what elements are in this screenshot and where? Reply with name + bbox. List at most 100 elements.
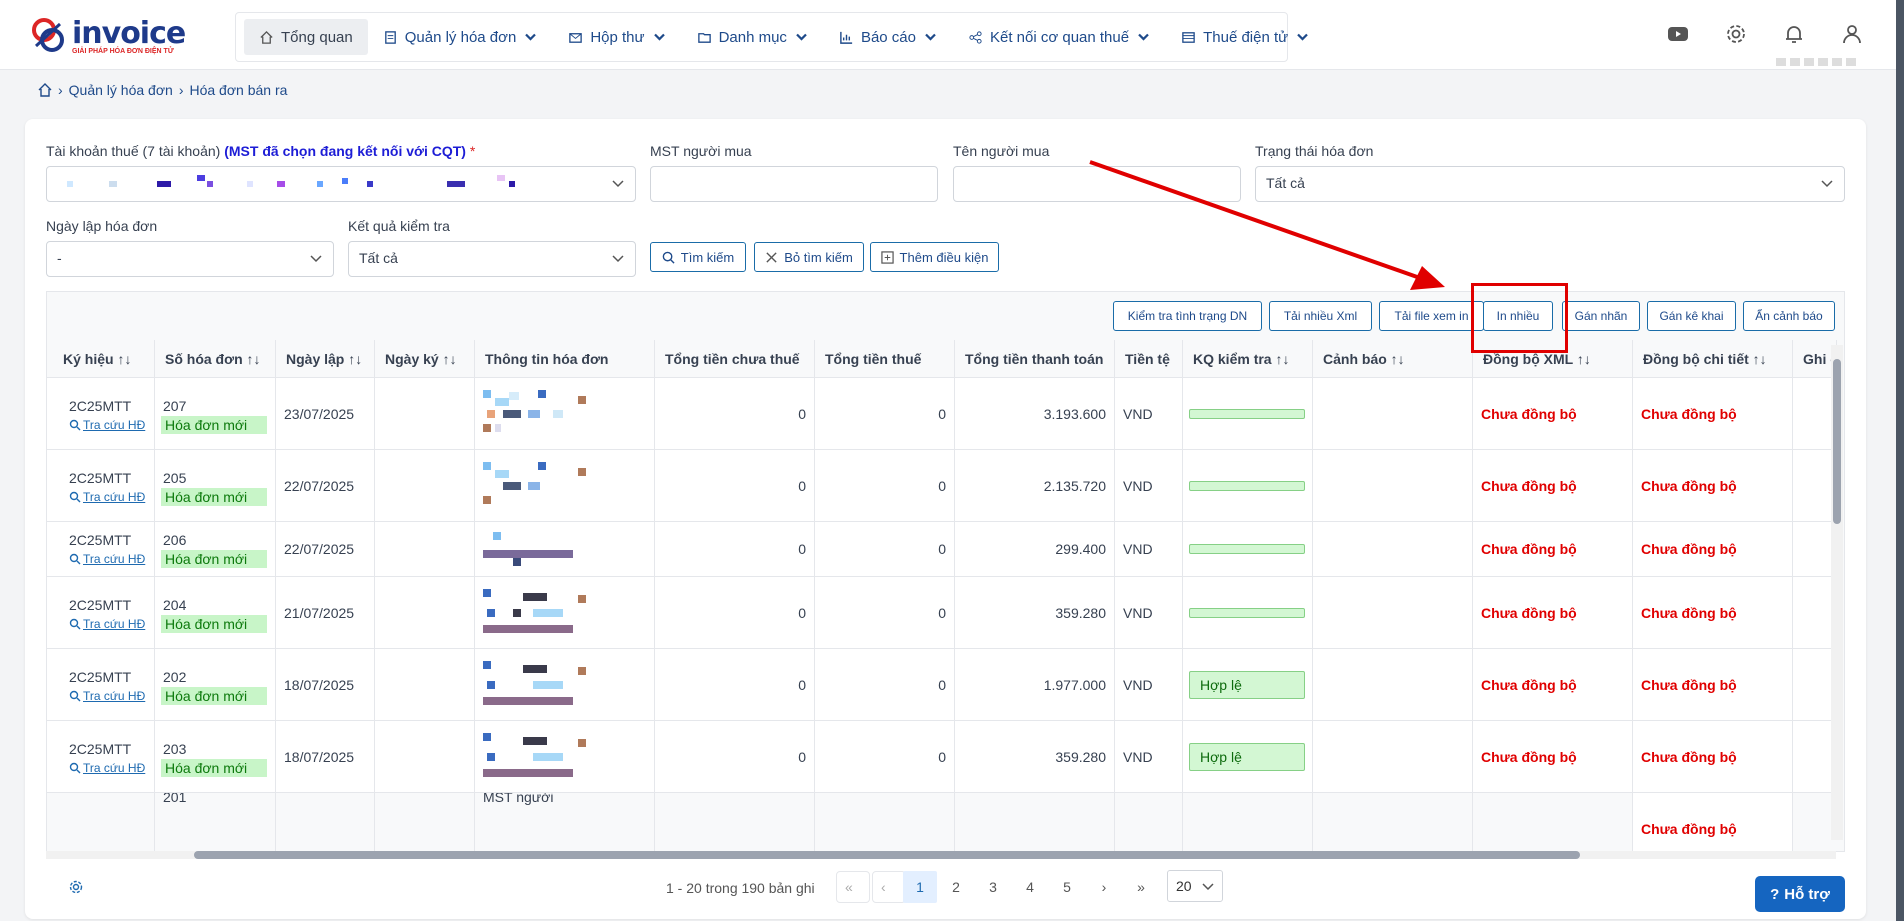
invoice-date-select[interactable]: - bbox=[46, 241, 334, 277]
last-page-button[interactable]: » bbox=[1124, 871, 1158, 903]
check-status-button[interactable]: Kiểm tra tình trạng DN bbox=[1113, 301, 1262, 331]
next-page-button[interactable]: › bbox=[1087, 871, 1121, 903]
status-badge: Hóa đơn mới bbox=[161, 416, 267, 434]
chevron-down-icon bbox=[1202, 883, 1214, 891]
col-pre-tax[interactable]: Tổng tiền chưa thuế bbox=[655, 340, 815, 378]
col-total[interactable]: Tổng tiền thanh toán bbox=[955, 340, 1115, 378]
sync-detail-status: Chưa đồng bộ bbox=[1641, 477, 1737, 494]
nav-e-tax[interactable]: Thuế điện tử bbox=[1166, 19, 1325, 55]
nav-catalog[interactable]: Danh mục bbox=[682, 19, 824, 55]
table-row[interactable]: 2C25MTT Tra cứu HĐ 205 Hóa đơn mới 22/07/2… bbox=[47, 450, 1837, 522]
download-view-file-button[interactable]: Tải file xem in bbox=[1379, 301, 1484, 331]
lookup-link[interactable]: Tra cứu HĐ bbox=[69, 418, 145, 432]
chevron-down-icon bbox=[796, 33, 807, 41]
invoice-status-select[interactable]: Tất cả bbox=[1255, 166, 1845, 202]
redacted-info bbox=[483, 460, 593, 510]
brand-logo[interactable]: invoice GIẢI PHÁP HÓA ĐƠN ĐIỆN TỬ bbox=[28, 14, 188, 58]
user-name-redacted bbox=[1776, 58, 1856, 66]
col-created-date[interactable]: Ngày lập ↑↓ bbox=[276, 340, 375, 378]
check-result-label: Kết quả kiểm tra bbox=[348, 218, 450, 234]
breadcrumb-sales-invoices[interactable]: Hóa đơn bán ra bbox=[189, 82, 287, 98]
help-button[interactable]: ? Hỗ trợ bbox=[1755, 876, 1845, 912]
nav-label: Hộp thư bbox=[590, 28, 645, 46]
lookup-link[interactable]: Tra cứu HĐ bbox=[69, 490, 145, 504]
col-signed-date[interactable]: Ngày ký ↑↓ bbox=[375, 340, 475, 378]
lookup-link[interactable]: Tra cứu HĐ bbox=[69, 552, 145, 566]
assign-label-button[interactable]: Gán nhãn bbox=[1562, 301, 1640, 331]
nav-label: Kết nối cơ quan thuế bbox=[989, 28, 1130, 46]
pagination-info: 1 - 20 trong 190 bản ghi bbox=[666, 880, 815, 896]
nav-reports[interactable]: Báo cáo bbox=[824, 19, 953, 55]
search-button[interactable]: Tìm kiếm bbox=[650, 242, 746, 272]
invoice-status-label: Trạng thái hóa đơn bbox=[1255, 143, 1374, 159]
page-3-button[interactable]: 3 bbox=[976, 871, 1010, 903]
chevron-down-icon bbox=[653, 33, 665, 41]
chevron-down-icon bbox=[525, 33, 537, 41]
invoice-icon bbox=[384, 30, 396, 44]
horizontal-scrollbar[interactable] bbox=[46, 849, 1845, 859]
table-row[interactable]: 2C25MTT Tra cứu HĐ 207 Hóa đơn mới 23/07/2… bbox=[47, 378, 1837, 450]
chevron-down-icon bbox=[1138, 33, 1149, 41]
buyer-tax-input[interactable] bbox=[650, 166, 938, 202]
status-badge: Hóa đơn mới bbox=[161, 488, 267, 506]
nav-invoice-management[interactable]: Quản lý hóa đơn bbox=[368, 19, 554, 55]
search-icon bbox=[69, 553, 81, 565]
col-tax[interactable]: Tổng tiền thuế bbox=[815, 340, 955, 378]
nav-tax-connection[interactable]: Kết nối cơ quan thuế bbox=[953, 19, 1166, 55]
page-2-button[interactable]: 2 bbox=[939, 871, 973, 903]
redacted-info bbox=[483, 587, 593, 637]
youtube-icon[interactable] bbox=[1666, 22, 1690, 46]
col-invoice-info[interactable]: Thông tin hóa đơn bbox=[475, 340, 655, 378]
more-conditions-button[interactable]: Thêm điều kiện bbox=[870, 242, 999, 272]
gear-icon[interactable] bbox=[1724, 22, 1748, 46]
lookup-link[interactable]: Tra cứu HĐ bbox=[69, 617, 145, 631]
user-icon[interactable] bbox=[1840, 22, 1864, 46]
check-result-bar bbox=[1189, 544, 1305, 554]
highlight-box bbox=[1471, 283, 1568, 353]
col-invoice-number[interactable]: Số hóa đơn ↑↓ bbox=[155, 340, 276, 378]
table-row[interactable]: 2C25MTT Tra cứu HĐ 206 Hóa đơn mới 22/07/2… bbox=[47, 522, 1837, 577]
bell-icon[interactable] bbox=[1782, 22, 1806, 46]
prev-page-button[interactable]: ‹ bbox=[872, 871, 906, 903]
page-5-button[interactable]: 5 bbox=[1050, 871, 1084, 903]
tax-account-select[interactable] bbox=[46, 166, 636, 202]
home-icon[interactable] bbox=[38, 83, 52, 97]
expand-icon bbox=[880, 250, 894, 264]
lookup-link[interactable]: Tra cứu HĐ bbox=[69, 689, 145, 703]
account-highlight: (MST đã chọn đang kết nối với CQT) bbox=[224, 143, 466, 159]
logo-mark-icon bbox=[32, 18, 64, 52]
table-row[interactable]: 2C25MTT Tra cứu HĐ 202 Hóa đơn mới 18/07/2… bbox=[47, 649, 1837, 721]
col-sync-detail[interactable]: Đồng bộ chi tiết ↑↓ bbox=[1633, 340, 1793, 378]
nav-label: Danh mục bbox=[718, 28, 787, 46]
check-result-value: Tất cả bbox=[359, 250, 398, 266]
assign-declaration-button[interactable]: Gán kê khai bbox=[1647, 301, 1736, 331]
breadcrumb-invoice-management[interactable]: Quản lý hóa đơn bbox=[69, 82, 173, 98]
sync-detail-status: Chưa đồng bộ bbox=[1641, 541, 1737, 557]
col-currency[interactable]: Tiền tệ bbox=[1115, 340, 1183, 378]
page-4-button[interactable]: 4 bbox=[1013, 871, 1047, 903]
clear-search-button[interactable]: Bỏ tìm kiếm bbox=[754, 242, 864, 272]
nav-overview[interactable]: Tổng quan bbox=[244, 19, 368, 55]
col-symbol[interactable]: Ký hiệu ↑↓ bbox=[53, 340, 155, 378]
hide-warning-button[interactable]: Ẩn cảnh báo bbox=[1743, 301, 1835, 331]
buyer-name-input[interactable] bbox=[953, 166, 1241, 202]
mail-icon bbox=[569, 32, 583, 43]
col-check-result[interactable]: KQ kiểm tra ↑↓ bbox=[1183, 340, 1313, 378]
status-badge: Hóa đơn mới bbox=[161, 687, 267, 705]
page-size-select[interactable]: 20 bbox=[1167, 870, 1223, 902]
table-row[interactable]: 2C25MTT Tra cứu HĐ 203 Hóa đơn mới 18/07/2… bbox=[47, 721, 1837, 793]
nav-mailbox[interactable]: Hộp thư bbox=[553, 19, 681, 55]
lookup-link[interactable]: Tra cứu HĐ bbox=[69, 761, 145, 775]
vertical-scrollbar[interactable] bbox=[1831, 345, 1843, 840]
close-icon bbox=[766, 251, 777, 263]
sync-xml-status: Chưa đồng bộ bbox=[1481, 477, 1577, 494]
check-result-select[interactable]: Tất cả bbox=[348, 241, 636, 277]
table-row[interactable]: 2C25MTT Tra cứu HĐ 204 Hóa đơn mới 21/07/2… bbox=[47, 577, 1837, 649]
gear-icon[interactable] bbox=[68, 879, 84, 895]
page-1-button[interactable]: 1 bbox=[903, 871, 937, 903]
col-warning[interactable]: Cảnh báo ↑↓ bbox=[1313, 340, 1473, 378]
table-row[interactable]: 201 MST người Chưa đồng bộ bbox=[47, 793, 1837, 851]
redacted-info bbox=[483, 659, 593, 709]
download-xml-button[interactable]: Tải nhiều Xml bbox=[1269, 301, 1372, 331]
first-page-button[interactable]: « bbox=[836, 871, 870, 903]
